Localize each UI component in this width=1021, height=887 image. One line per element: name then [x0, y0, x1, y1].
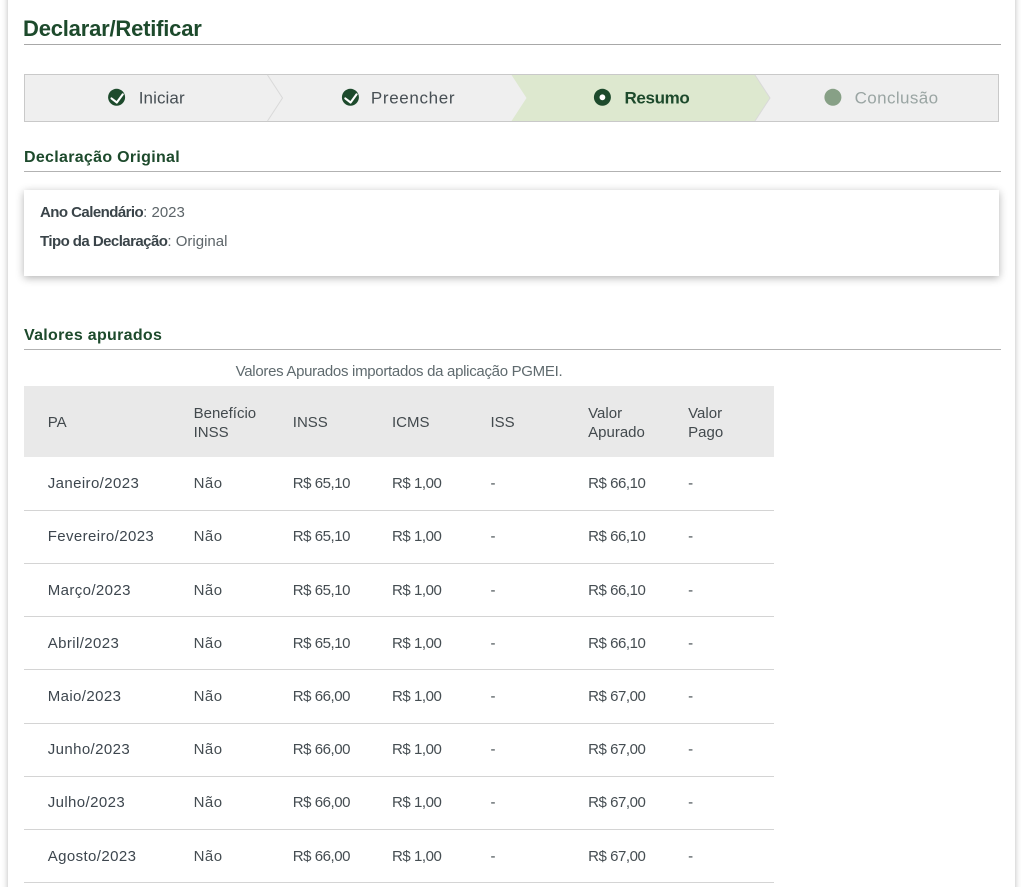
svg-text:Resumo: Resumo [625, 89, 690, 108]
svg-text:Conclusão: Conclusão [855, 89, 939, 108]
svg-text:Preencher: Preencher [371, 89, 455, 108]
svg-text:Iniciar: Iniciar [139, 89, 185, 108]
